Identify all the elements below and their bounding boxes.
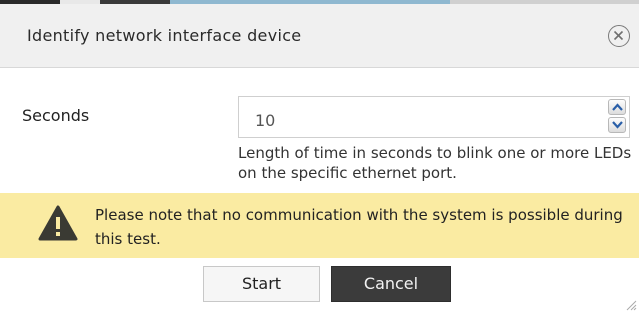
close-icon xyxy=(613,30,624,41)
seconds-spinner xyxy=(606,98,628,136)
warning-banner: Please note that no communication with t… xyxy=(0,193,639,258)
warning-text: Please note that no communication with t… xyxy=(95,206,623,248)
dialog-header: Identify network interface device xyxy=(0,4,639,68)
resize-grip-icon[interactable] xyxy=(625,299,637,311)
chevron-down-icon xyxy=(612,121,623,129)
identify-nic-dialog: Identify network interface device Second… xyxy=(0,0,639,313)
decrement-button[interactable] xyxy=(608,117,626,133)
close-button[interactable] xyxy=(608,25,630,47)
increment-button[interactable] xyxy=(608,99,626,115)
cancel-button[interactable]: Cancel xyxy=(331,266,451,302)
seconds-input[interactable]: 10 xyxy=(238,96,630,138)
seconds-value: 10 xyxy=(255,111,276,130)
dialog-title: Identify network interface device xyxy=(27,26,302,45)
chevron-up-icon xyxy=(612,103,623,111)
start-button[interactable]: Start xyxy=(203,266,320,302)
warning-icon xyxy=(38,205,78,241)
seconds-label: Seconds xyxy=(22,106,90,125)
seconds-help-text: Length of time in seconds to blink one o… xyxy=(238,144,632,182)
